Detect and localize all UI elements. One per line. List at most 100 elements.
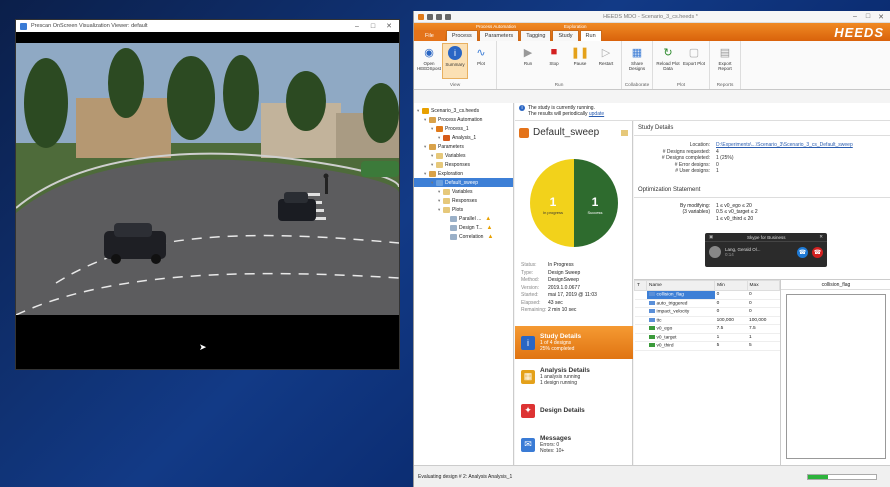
tree-item[interactable]: ▾ Process Automation [414, 115, 513, 124]
side-nav-design-details[interactable]: ✦ Design Details [515, 394, 633, 427]
tree-item-label: Process Automation [438, 116, 483, 123]
tab-tagging[interactable]: Tagging [520, 30, 552, 41]
parameter-type-icon [648, 292, 655, 297]
tree-item[interactable]: ▾ Default_sweep [414, 178, 513, 187]
param-min: 0 [714, 299, 748, 308]
pie-success-label: Success [587, 210, 602, 215]
reload-plot-data-button[interactable]: ↻ Reload Plot Data [655, 43, 681, 79]
table-row[interactable]: ttc 100,000 100,000 [634, 316, 780, 325]
new-icon[interactable] [427, 13, 433, 20]
summary-button[interactable]: i Summary [442, 43, 468, 79]
stop-button[interactable]: ■ Stop [541, 43, 567, 79]
messages-icon: ✉ [521, 437, 535, 452]
tree-node-icon [443, 197, 450, 204]
project-tree[interactable]: ▾ Scenario_3_cs.heeds ▾ Process Automation ▾… [414, 103, 514, 465]
tree-item[interactable]: ▾ Responses [414, 160, 513, 169]
param-max: 7.5 [747, 324, 780, 334]
study-summary-pane: Default_sweep 1 In progress 1 Success St… [515, 121, 633, 465]
tree-item[interactable]: ▾ Variables [414, 187, 513, 196]
tree-item[interactable]: ▾ Scenario_3_cs.heeds [414, 106, 513, 115]
pie-success-count: 1 [592, 195, 599, 209]
side-nav-title: Design Details [540, 407, 585, 414]
share-designs-button[interactable]: ▦ Share Designs [624, 43, 650, 79]
open-heedspost-button[interactable]: ◉ Open HEEDSpost [416, 43, 442, 79]
column-header-max[interactable]: Max [746, 280, 781, 291]
viewer-window[interactable]: Prescan OnScreen Visualization Viewer: d… [15, 19, 400, 370]
skype-call-notification[interactable]: ▣ Skype for Business ✕ Lang, Gerald Ol..… [705, 233, 827, 267]
plot-area[interactable] [786, 294, 886, 459]
tree-item[interactable]: Design T... ▲ [414, 223, 513, 232]
plot-button[interactable]: ∿ Plot [468, 43, 494, 79]
parameter-table[interactable]: T Name Min Max collision_flag 0 0 auto_trig… [634, 279, 781, 465]
tree-item[interactable]: ▾ Process_1 [414, 124, 513, 133]
maximize-button[interactable]: □ [863, 13, 873, 20]
tree-node-icon [443, 134, 450, 141]
param-name: collision_flag [646, 290, 715, 300]
mouse-cursor-icon: ➤ [199, 342, 207, 352]
location-link[interactable]: D:\Experiments\...\Scenario_3\Scenario_3… [716, 142, 853, 149]
column-header-min[interactable]: Min [714, 280, 748, 291]
param-name: v0_target [646, 333, 715, 342]
table-row[interactable]: collision_flag 0 0 [634, 290, 780, 300]
restart-button[interactable]: ▷ Restart [593, 43, 619, 79]
tree-item[interactable]: ▾ Plots [414, 205, 513, 214]
viewer-titlebar[interactable]: Prescan OnScreen Visualization Viewer: d… [16, 20, 399, 32]
tree-item-label: Parallel ... [459, 215, 482, 222]
plot-icon: ∿ [476, 46, 486, 59]
ribbon-group-label: Run [554, 83, 564, 88]
tree-item[interactable]: Parallel ... ▲ [414, 214, 513, 223]
side-nav-sub: 1 design running [540, 380, 577, 386]
table-row[interactable]: v0_target 1 1 [634, 333, 780, 342]
simulation-scene[interactable] [16, 43, 399, 315]
heedspost-icon: ◉ [424, 46, 434, 59]
ribbon-group-label: Reports [716, 83, 734, 88]
tree-item[interactable]: ▾ Parameters [414, 142, 513, 151]
heeds-window[interactable]: HEEDS MDO - Scenario_3_cs.heeds * – □ ✕ … [413, 11, 890, 487]
table-row[interactable]: v0_third 5 5 [634, 341, 780, 351]
column-header-name[interactable]: Name [645, 280, 716, 291]
tab-run[interactable]: Run [579, 30, 602, 41]
save-icon[interactable] [445, 13, 451, 20]
tree-item[interactable]: ▾ Variables [414, 151, 513, 160]
param-max: 0 [747, 307, 780, 317]
minimize-button[interactable]: – [351, 23, 363, 30]
tree-item-label: Responses [445, 161, 471, 168]
side-nav-messages[interactable]: ✉ Messages Errors: 0 Notes: 10+ [515, 428, 633, 461]
plot-title: collision_flag [781, 280, 890, 290]
update-link[interactable]: update [589, 111, 604, 117]
tab-parameters[interactable]: Parameters [478, 30, 520, 41]
folder-icon[interactable] [621, 129, 628, 136]
side-nav-analysis-details[interactable]: ▦ Analysis Details 1 analysis running 1 des… [515, 360, 633, 393]
export-plot-button[interactable]: ▢ Export Plot [681, 43, 707, 79]
tab-study[interactable]: Study [552, 30, 579, 41]
maximize-button[interactable]: □ [367, 23, 379, 30]
export-report-button[interactable]: ▤ Export Report [712, 43, 738, 79]
minimize-button[interactable]: – [850, 13, 860, 20]
status-value: mai 17, 2019 @ 11:03 [548, 292, 597, 298]
tree-item[interactable]: ▾ Responses [414, 196, 513, 205]
tab-file[interactable]: File [414, 30, 445, 41]
table-row[interactable]: v0_ego 7.5 7.5 [634, 324, 780, 334]
tree-item[interactable]: ▾ Analysis_1 [414, 133, 513, 142]
tree-item[interactable]: Correlation ▲ [414, 232, 513, 241]
side-nav-study-details[interactable]: i Study Details 1 of 4 designs 25% complete… [515, 326, 633, 359]
close-button[interactable]: ✕ [383, 22, 395, 30]
table-row[interactable]: impact_velocity 0 0 [634, 307, 780, 317]
plot-pane[interactable]: collision_flag [780, 279, 890, 465]
open-icon[interactable] [436, 13, 442, 20]
tree-item[interactable]: ▾ Exploration [414, 169, 513, 178]
run-button[interactable]: ▶ Run [515, 43, 541, 79]
close-button[interactable]: ✕ [876, 13, 886, 21]
tree-node-icon [429, 116, 436, 123]
study-title: Default_sweep [533, 127, 600, 138]
reload-icon: ↻ [663, 46, 673, 59]
tab-process[interactable]: Process [445, 30, 478, 41]
accept-call-button[interactable]: ☎ [797, 246, 808, 258]
table-row[interactable]: auto_triggered 0 0 [634, 299, 780, 308]
close-icon[interactable]: ✕ [819, 234, 823, 240]
context-label-exploration: Exploration [564, 24, 587, 29]
pause-button[interactable]: ❚❚ Pause [567, 43, 593, 79]
decline-call-button[interactable]: ☎ [812, 246, 823, 258]
filter-header[interactable]: T [634, 280, 647, 291]
param-min: 5 [714, 341, 748, 351]
